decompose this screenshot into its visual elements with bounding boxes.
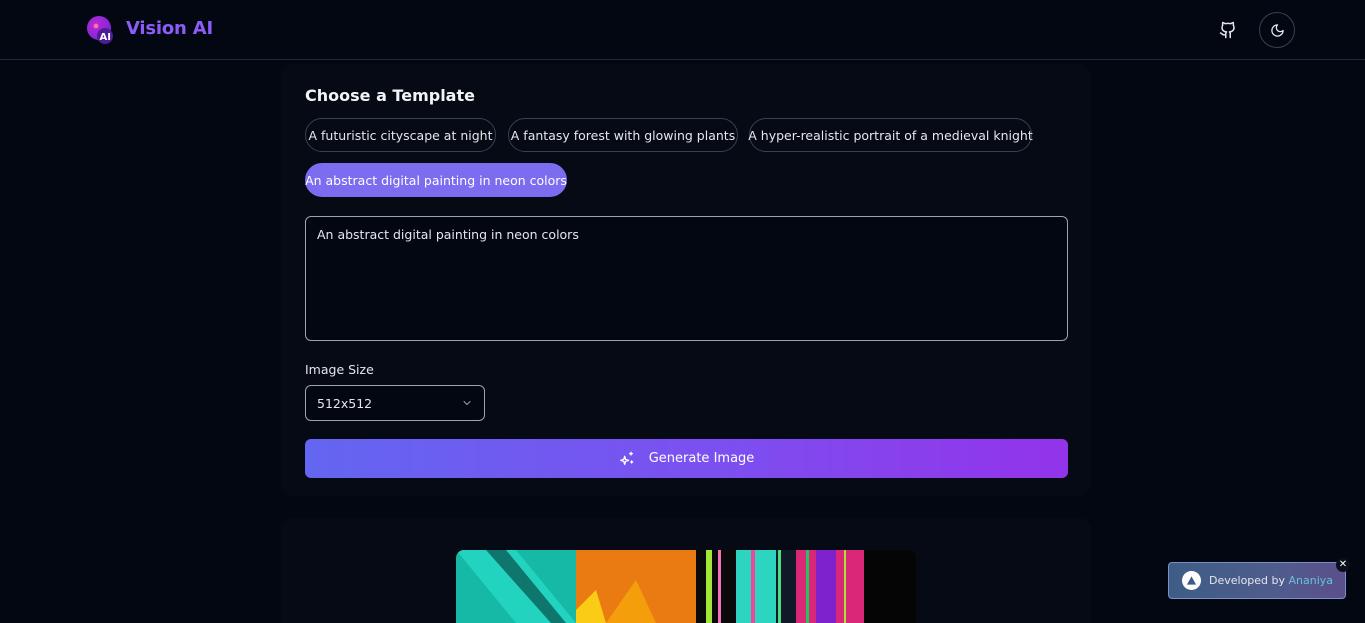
template-chip-cityscape[interactable]: A futuristic cityscape at night: [305, 118, 496, 152]
image-size-select[interactable]: 512x512: [305, 385, 485, 421]
toast-text: Developed by Ananiya: [1209, 574, 1333, 587]
generated-image[interactable]: [456, 550, 916, 623]
toast-prefix: Developed by: [1209, 574, 1286, 587]
toast-close-icon[interactable]: ✕: [1336, 558, 1350, 572]
prompt-textarea[interactable]: An abstract digital painting in neon col…: [305, 216, 1068, 341]
developer-credit-toast[interactable]: Developed by Ananiya: [1168, 562, 1346, 599]
logo-badge-text: AI: [100, 32, 111, 43]
image-size-value: 512x512: [317, 395, 373, 411]
chevron-down-icon: [463, 401, 471, 405]
template-chip-neon-abstract[interactable]: An abstract digital painting in neon col…: [305, 163, 567, 197]
template-chip-fantasy-forest[interactable]: A fantasy forest with glowing plants: [508, 118, 738, 152]
generate-image-button[interactable]: Generate Image: [305, 439, 1068, 478]
template-section-title: Choose a Template: [305, 86, 475, 105]
triangle-logo-icon: [1182, 571, 1201, 590]
moon-icon: [1270, 23, 1284, 37]
github-button[interactable]: [1210, 12, 1246, 48]
sparkles-icon: [619, 451, 634, 465]
author-link[interactable]: Ananiya: [1289, 574, 1334, 587]
vision-ai-logo[interactable]: AI: [86, 15, 115, 44]
template-chip-medieval-knight[interactable]: A hyper-realistic portrait of a medieval…: [748, 118, 1033, 152]
brand-name[interactable]: Vision AI: [126, 18, 213, 39]
generate-image-label: Generate Image: [648, 451, 755, 466]
theme-toggle-button[interactable]: [1259, 12, 1295, 48]
image-size-label: Image Size: [305, 362, 374, 377]
top-navbar: AI Vision AI: [0, 0, 1365, 60]
github-icon: [1219, 21, 1235, 39]
